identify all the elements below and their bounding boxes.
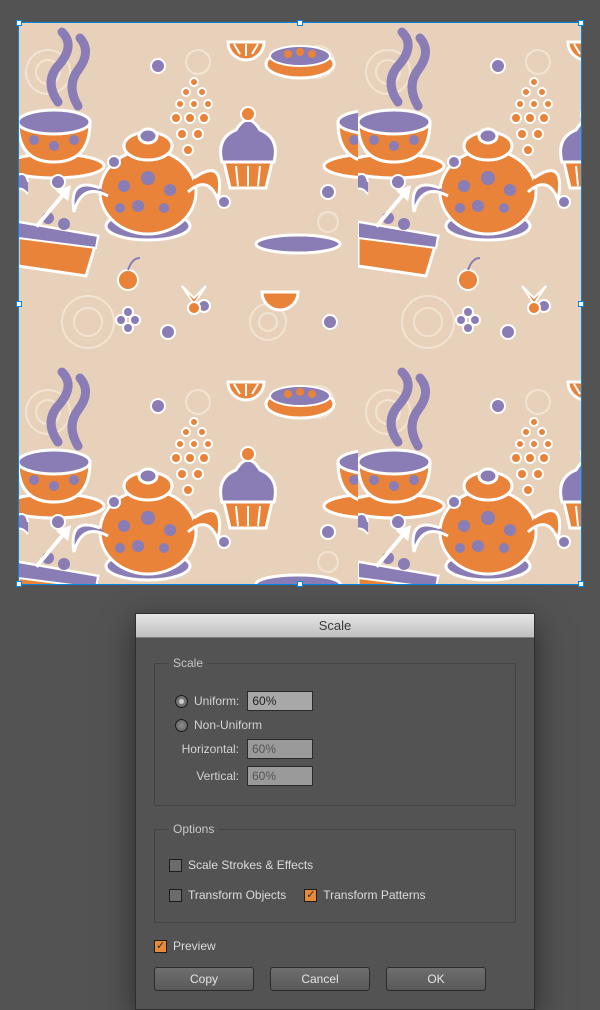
scale-strokes-label: Scale Strokes & Effects <box>188 858 313 872</box>
uniform-input[interactable] <box>247 691 313 711</box>
preview-checkbox[interactable] <box>154 940 167 953</box>
cancel-button[interactable]: Cancel <box>270 967 370 991</box>
scale-strokes-checkbox[interactable] <box>169 859 182 872</box>
horizontal-input[interactable] <box>247 739 313 759</box>
uniform-label: Uniform: <box>194 694 239 708</box>
scale-fieldset: Scale Uniform: Non-Uniform Horizontal: <box>154 656 516 806</box>
dialog-title[interactable]: Scale <box>136 614 534 638</box>
uniform-radio[interactable] <box>175 695 188 708</box>
artboard-canvas[interactable] <box>18 22 582 585</box>
options-legend: Options <box>169 822 218 836</box>
scale-dialog: Scale Scale Uniform: Non-Uniform Horizon… <box>135 613 535 1010</box>
copy-button[interactable]: Copy <box>154 967 254 991</box>
vertical-input[interactable] <box>247 766 313 786</box>
transform-patterns-checkbox[interactable] <box>304 889 317 902</box>
options-fieldset: Options Scale Strokes & Effects Transfor… <box>154 822 516 923</box>
preview-label: Preview <box>173 939 216 953</box>
transform-patterns-label: Transform Patterns <box>323 888 425 902</box>
nonuniform-radio[interactable] <box>175 719 188 732</box>
transform-objects-label: Transform Objects <box>188 888 286 902</box>
vertical-label: Vertical: <box>169 769 239 783</box>
nonuniform-label: Non-Uniform <box>194 718 262 732</box>
scale-legend: Scale <box>169 656 207 670</box>
horizontal-label: Horizontal: <box>169 742 239 756</box>
ok-button[interactable]: OK <box>386 967 486 991</box>
transform-objects-checkbox[interactable] <box>169 889 182 902</box>
